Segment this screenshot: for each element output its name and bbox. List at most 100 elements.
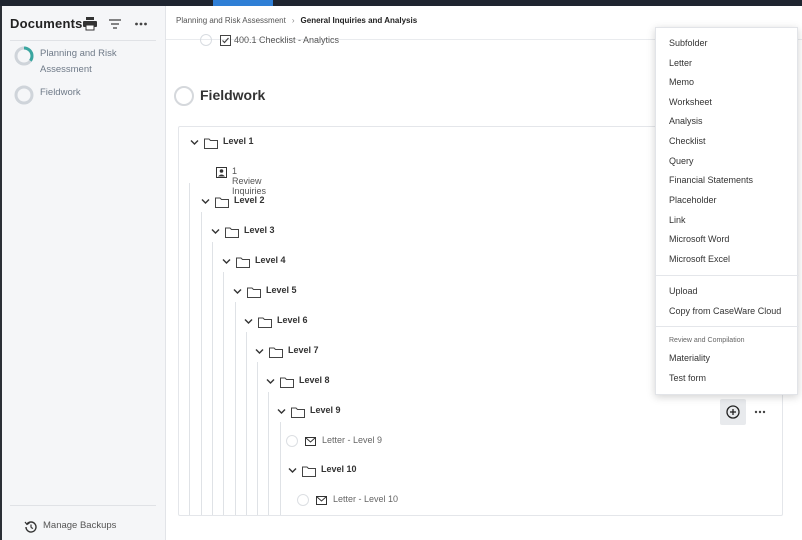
menu-section-header: Review and Compilation: [669, 337, 745, 344]
menu-item-financial-statements[interactable]: Financial Statements: [669, 175, 753, 185]
document-item-label: 1 Review Inquiries: [232, 166, 267, 196]
sidebar-item-planning[interactable]: Planning and Risk Assessment: [14, 46, 154, 78]
menu-item-materiality[interactable]: Materiality: [669, 353, 710, 363]
menu-item-upload[interactable]: Upload: [669, 286, 698, 296]
window-edge: [0, 6, 2, 540]
document-item-label: Letter - Level 9: [322, 435, 383, 445]
chevron-down-icon[interactable]: [200, 196, 211, 207]
menu-item-analysis[interactable]: Analysis: [669, 116, 703, 126]
filter-icon[interactable]: [108, 17, 126, 33]
menu-item-subfolder[interactable]: Subfolder: [669, 38, 708, 48]
menu-item-memo[interactable]: Memo: [669, 77, 694, 87]
chevron-down-icon[interactable]: [221, 256, 232, 267]
folder-icon: [215, 196, 229, 208]
tree-guide-line: [223, 272, 224, 515]
tree-guide-line: [246, 332, 247, 515]
menu-divider: [656, 326, 799, 327]
folder-label: Level 4: [255, 255, 286, 265]
row-more-options-button[interactable]: [752, 405, 768, 419]
menu-item-copy-from-cloud[interactable]: Copy from CaseWare Cloud: [669, 306, 781, 316]
folder-icon: [247, 286, 261, 298]
add-document-menu: Subfolder Letter Memo Worksheet Analysis…: [655, 27, 799, 395]
document-item-label: Letter - Level 10: [333, 494, 399, 504]
breadcrumb-current: General Inquiries and Analysis: [300, 16, 418, 25]
menu-item-checklist[interactable]: Checklist: [669, 136, 706, 146]
envelope-icon: [316, 496, 327, 505]
menu-item-query[interactable]: Query: [669, 156, 694, 166]
menu-item-microsoft-excel[interactable]: Microsoft Excel: [669, 254, 730, 264]
folder-icon: [269, 346, 283, 358]
progress-ring-icon: [14, 46, 34, 66]
folder-label: Level 1: [223, 136, 254, 146]
breadcrumb: Planning and Risk Assessment › General Inq…: [176, 16, 417, 25]
tree-guide-line: [235, 302, 236, 515]
folder-icon: [291, 406, 305, 418]
status-radio[interactable]: [200, 34, 212, 46]
document-item-label: 400.1 Checklist - Analytics: [234, 35, 340, 45]
sidebar-footer-divider: [10, 505, 156, 506]
status-radio[interactable]: [286, 435, 298, 447]
contact-card-icon: [216, 167, 227, 178]
add-document-button[interactable]: [720, 399, 746, 425]
manage-backups-button[interactable]: Manage Backups: [24, 519, 154, 535]
chevron-down-icon[interactable]: [189, 137, 200, 148]
tree-guide-line: [268, 392, 269, 515]
sidebar-title: Documents: [10, 16, 83, 31]
chevron-down-icon[interactable]: [287, 465, 298, 476]
add-circle-icon: [726, 405, 740, 419]
envelope-icon: [305, 437, 316, 446]
sidebar-item-fieldwork[interactable]: Fieldwork: [14, 85, 154, 105]
chevron-down-icon[interactable]: [265, 376, 276, 387]
sidebar-divider: [10, 40, 156, 41]
folder-label: Level 5: [266, 285, 297, 295]
tree-guide-line: [257, 362, 258, 515]
folder-label: Level 3: [244, 225, 275, 235]
menu-item-test-form[interactable]: Test form: [669, 373, 706, 383]
menu-item-link[interactable]: Link: [669, 215, 686, 225]
chevron-down-icon[interactable]: [210, 226, 221, 237]
folder-label: Level 6: [277, 315, 308, 325]
folder-icon: [302, 465, 316, 477]
menu-item-worksheet[interactable]: Worksheet: [669, 97, 712, 107]
manage-backups-label: Manage Backups: [43, 520, 117, 531]
folder-icon: [236, 256, 250, 268]
chevron-down-icon[interactable]: [254, 346, 265, 357]
folder-icon: [258, 316, 272, 328]
tree-guide-line: [212, 242, 213, 515]
tree-guide-line: [189, 183, 190, 515]
more-options-icon[interactable]: [134, 17, 152, 33]
section-title: Fieldwork: [200, 87, 266, 103]
more-horizontal-icon: [754, 407, 766, 417]
folder-icon: [225, 226, 239, 238]
document-item-checklist[interactable]: 400.1 Checklist - Analytics: [200, 34, 400, 48]
folder-label: Level 2: [234, 195, 265, 205]
sidebar-item-label: Planning and Risk Assessment: [40, 48, 117, 75]
tree-guide-line: [280, 422, 281, 515]
top-bar-text: 2018: [62, 0, 75, 2]
breadcrumb-chevron-icon: ›: [291, 16, 295, 25]
chevron-down-icon[interactable]: [276, 406, 287, 417]
breadcrumb-parent-link[interactable]: Planning and Risk Assessment: [176, 16, 286, 25]
tree-guide-line: [201, 212, 202, 515]
checklist-icon: [220, 35, 231, 46]
chevron-down-icon[interactable]: [243, 316, 254, 327]
menu-item-microsoft-word[interactable]: Microsoft Word: [669, 234, 729, 244]
documents-sidebar: Documents Planning and Risk Assessment F…: [0, 6, 166, 540]
section-status-ring-icon: [174, 86, 194, 106]
folder-icon: [204, 137, 218, 149]
folder-label: Level 10: [321, 464, 357, 474]
sidebar-item-label: Fieldwork: [40, 87, 81, 98]
menu-item-letter[interactable]: Letter: [669, 58, 692, 68]
folder-label: Level 9: [310, 405, 341, 415]
menu-divider: [656, 275, 799, 276]
status-ring-icon: [14, 85, 34, 105]
sidebar-header: Documents: [10, 16, 160, 36]
folder-label: Level 7: [288, 345, 319, 355]
print-icon[interactable]: [82, 17, 100, 33]
status-radio[interactable]: [297, 494, 309, 506]
menu-item-placeholder[interactable]: Placeholder: [669, 195, 717, 205]
folder-label: Level 8: [299, 375, 330, 385]
chevron-down-icon[interactable]: [232, 286, 243, 297]
backup-history-icon: [24, 520, 38, 534]
folder-icon: [280, 376, 294, 388]
